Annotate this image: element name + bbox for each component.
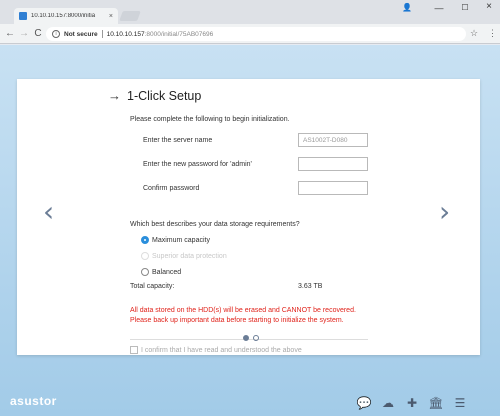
bookmark-star-icon[interactable]: ☆ <box>470 28 478 39</box>
chat-icon[interactable]: 💬 <box>356 396 372 410</box>
prev-arrow-icon[interactable]: ‹ <box>43 197 54 227</box>
page-dot-2[interactable] <box>253 335 259 341</box>
museum-icon[interactable]: 🏛 <box>428 396 444 410</box>
confirm-password-input[interactable] <box>298 181 368 195</box>
forward-arrow-icon[interactable]: → <box>18 28 30 40</box>
address-separator <box>101 30 103 38</box>
page-background: ‹ › → 1-Click Setup Please complete the … <box>0 45 500 416</box>
option-label: Superior data protection <box>152 252 227 260</box>
info-icon[interactable]: i <box>52 30 60 38</box>
next-arrow-icon[interactable]: › <box>439 197 450 227</box>
option-label: Balanced <box>152 268 182 276</box>
page-dot-1[interactable] <box>243 335 249 341</box>
server-name-input[interactable] <box>298 133 368 147</box>
puzzle-icon[interactable]: ✚ <box>404 396 420 410</box>
right-arrow-icon: → <box>108 88 121 103</box>
total-capacity-label: Total capacity: <box>130 283 175 290</box>
warning-line-2: Please back up important data before sta… <box>130 317 344 324</box>
close-window-icon[interactable]: × <box>482 1 496 12</box>
option-balanced[interactable]: Balanced <box>141 268 181 276</box>
maximize-icon[interactable]: ☐ <box>458 3 472 12</box>
browser-tab[interactable]: 10.10.10.157:8000/initia × <box>14 8 118 24</box>
profile-icon[interactable]: 👤 <box>400 3 414 12</box>
total-capacity-value: 3.63 TB <box>298 283 323 290</box>
browser-menu-icon[interactable]: ⋮ <box>488 28 497 39</box>
asustor-logo: asustor <box>10 394 57 408</box>
tab-close-icon[interactable]: × <box>109 13 113 20</box>
password-input[interactable] <box>298 157 368 171</box>
intro-text: Please complete the following to begin i… <box>130 116 290 123</box>
page-title: → 1-Click Setup <box>108 88 202 104</box>
radio-maximum-capacity[interactable] <box>141 236 149 244</box>
browser-titlebar: 10.10.10.157:8000/initia × 👤 — ☐ × <box>0 0 500 24</box>
erase-warning: All data stored on the HDD(s) will be er… <box>130 306 356 326</box>
address-path: :8000/initial/75AB07696 <box>144 30 214 38</box>
page-indicator <box>243 335 259 341</box>
storage-question: Which best describes your data storage r… <box>130 221 300 228</box>
setup-card: ‹ › → 1-Click Setup Please complete the … <box>17 79 480 355</box>
new-tab-button[interactable] <box>119 11 141 21</box>
radio-superior-protection <box>141 252 149 260</box>
confirm-checkbox-label: I confirm that I have read and understoo… <box>141 346 302 354</box>
option-label: Maximum capacity <box>152 236 210 244</box>
browser-toolbar: ← → C i Not secure 10.10.10.157 :8000/in… <box>0 24 500 44</box>
option-maximum-capacity[interactable]: Maximum capacity <box>141 236 210 244</box>
footer-toolbar: 💬 ☁ ✚ 🏛 ☰ <box>356 396 468 410</box>
minimize-icon[interactable]: — <box>432 3 446 13</box>
cloud-download-icon[interactable]: ☁ <box>380 396 396 410</box>
address-bar[interactable]: i Not secure 10.10.10.157 :8000/initial/… <box>46 27 466 41</box>
menu-icon[interactable]: ☰ <box>452 396 468 410</box>
confirm-password-label: Confirm password <box>143 185 200 192</box>
reload-icon[interactable]: C <box>32 28 44 40</box>
address-host: 10.10.10.157 <box>106 30 145 38</box>
security-label[interactable]: Not secure <box>64 31 98 38</box>
option-superior-protection: Superior data protection <box>141 252 227 260</box>
server-name-label: Enter the server name <box>143 137 213 144</box>
confirm-checkbox[interactable] <box>130 346 138 354</box>
confirm-agreement[interactable]: I confirm that I have read and understoo… <box>130 346 302 354</box>
favicon-icon <box>19 12 27 20</box>
tab-title: 10.10.10.157:8000/initia <box>31 13 96 19</box>
radio-balanced[interactable] <box>141 268 149 276</box>
setup-title: 1-Click Setup <box>127 89 202 103</box>
back-arrow-icon[interactable]: ← <box>4 28 16 40</box>
password-label: Enter the new password for 'admin' <box>143 161 252 168</box>
warning-line-1: All data stored on the HDD(s) will be er… <box>130 307 356 314</box>
